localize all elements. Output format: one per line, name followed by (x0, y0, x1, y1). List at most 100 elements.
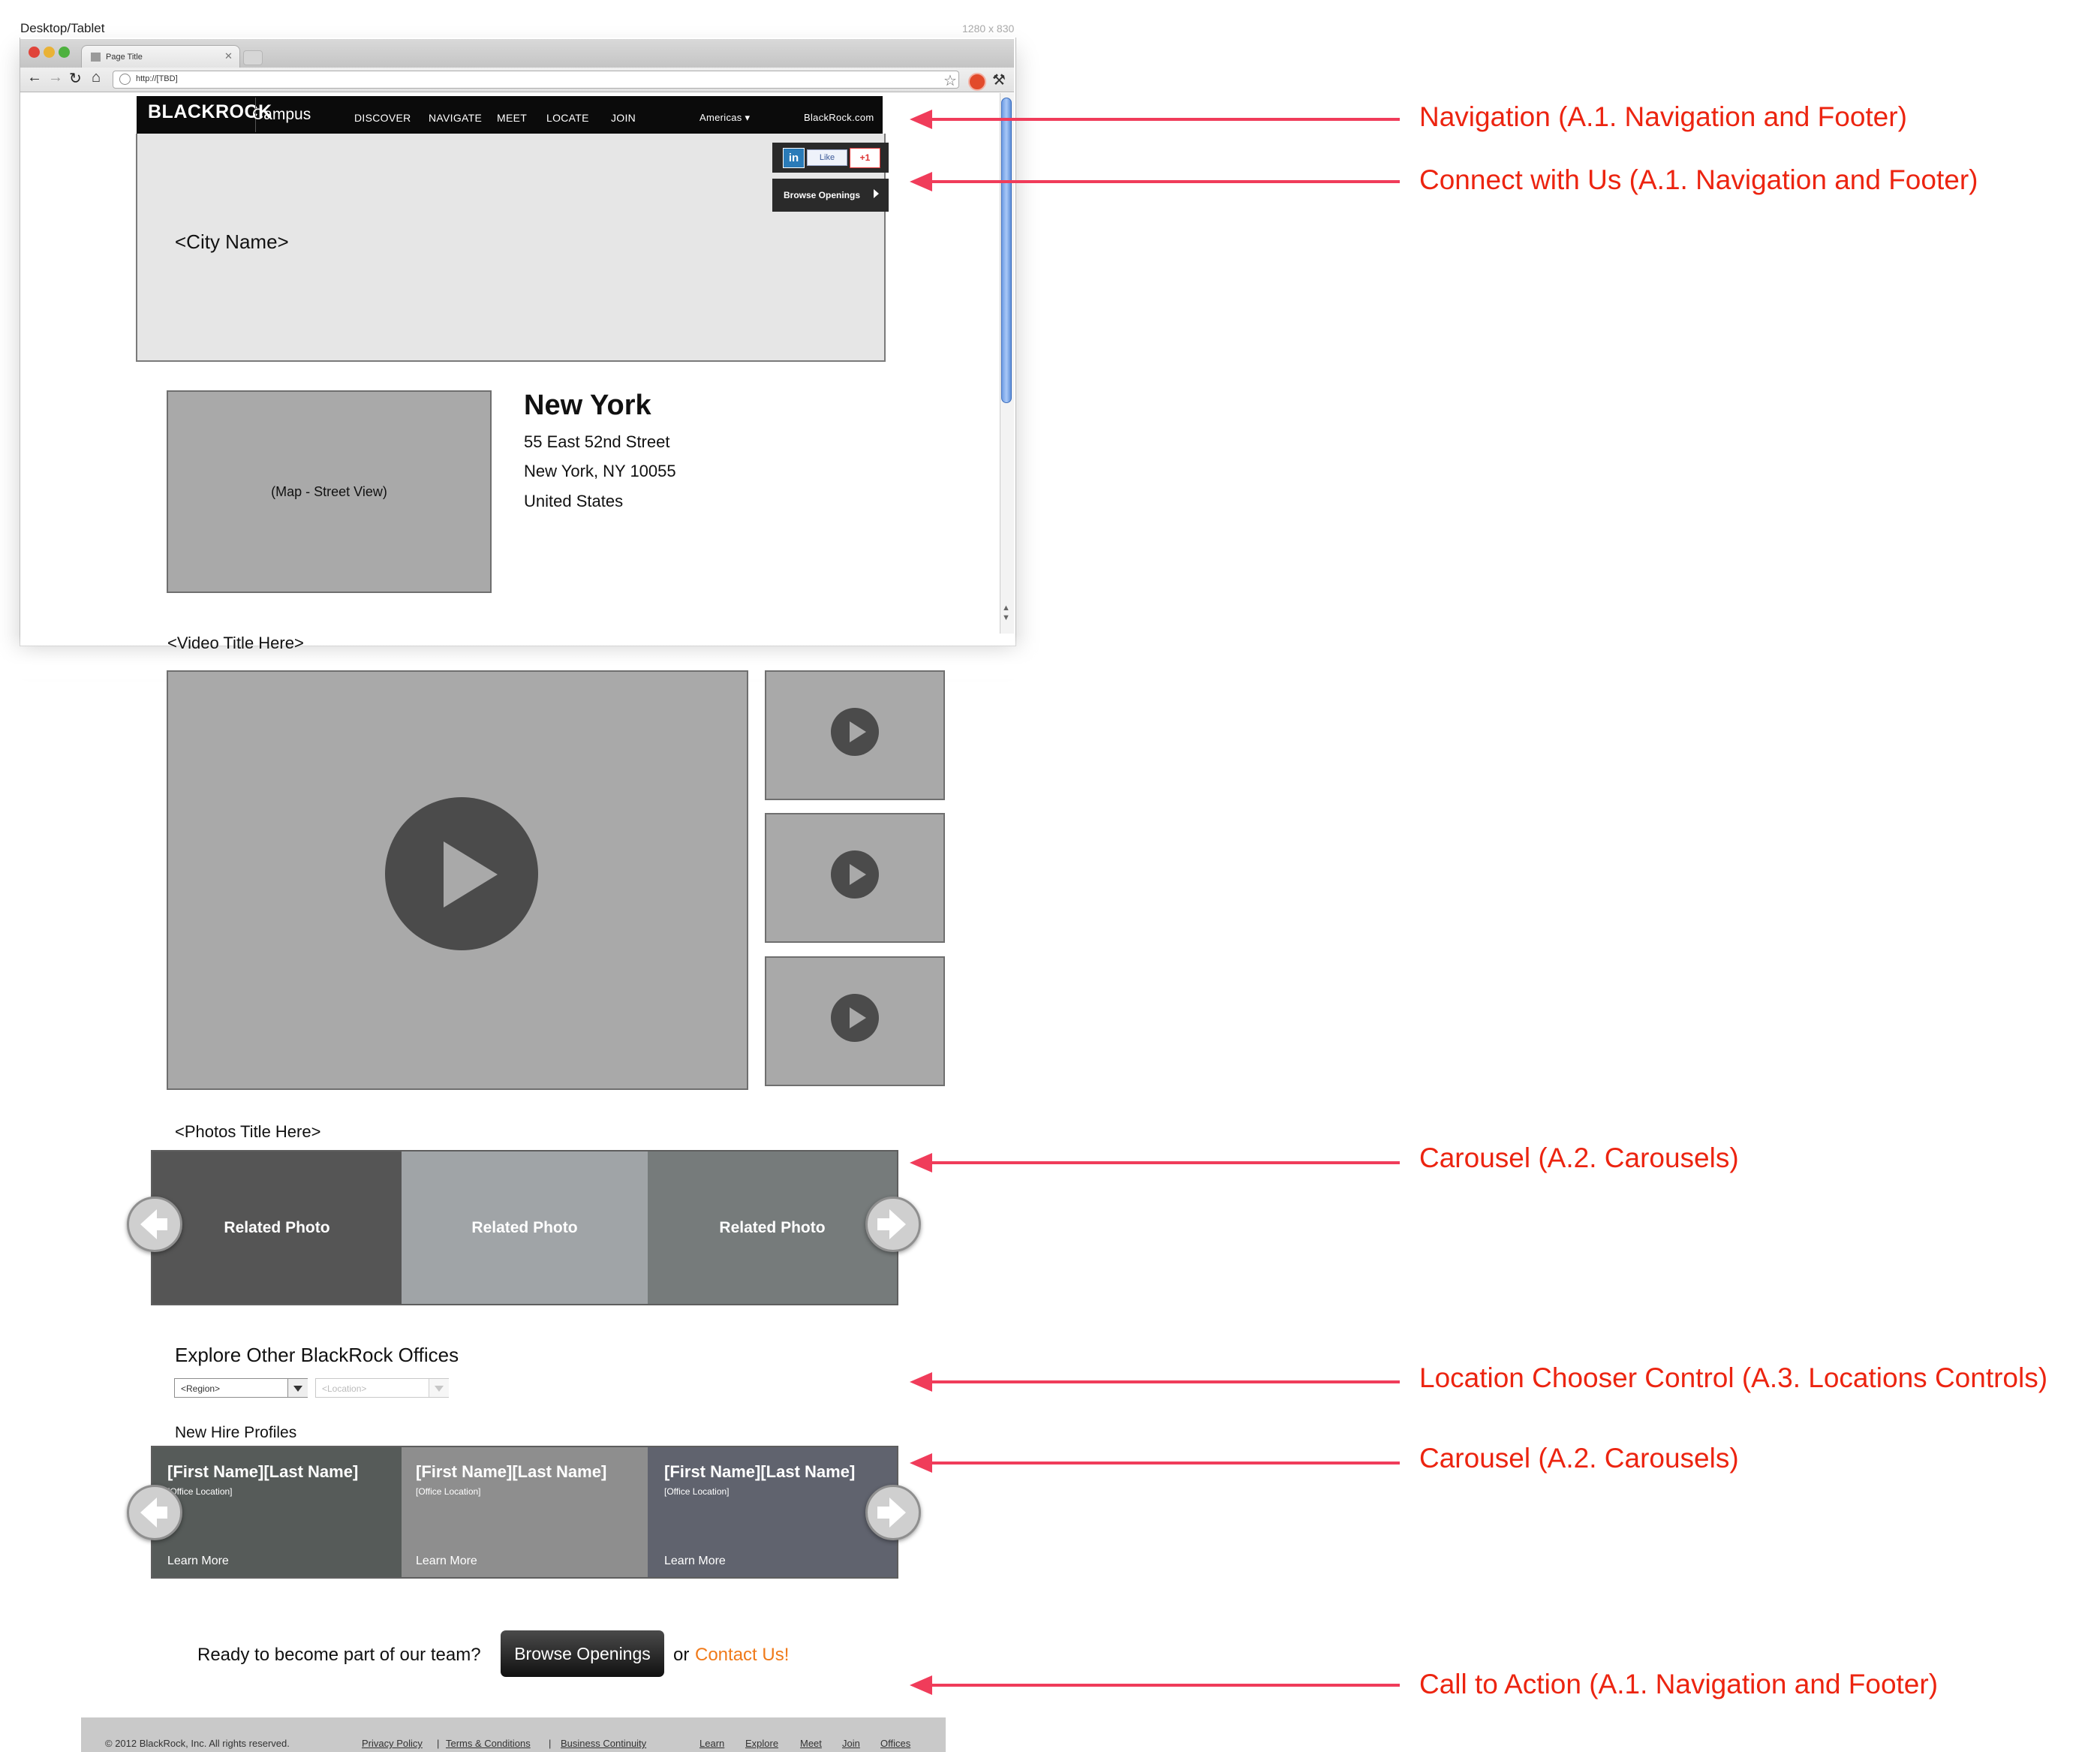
scroll-arrows-icon[interactable]: ▲ ▼ (1002, 604, 1010, 623)
profile-name: [First Name][Last Name] (416, 1462, 607, 1481)
region-select[interactable]: <Region> (174, 1378, 308, 1398)
forward-icon[interactable]: → (48, 69, 63, 86)
nav-meet[interactable]: MEET (497, 112, 527, 124)
dropdown-button[interactable] (287, 1379, 308, 1397)
related-photo[interactable]: Related Photo (402, 1151, 648, 1304)
close-tab-icon[interactable]: ✕ (224, 50, 233, 62)
tab-title: Page Title (106, 53, 143, 62)
footer-explore-link[interactable]: Explore (745, 1738, 778, 1749)
related-photo-label: Related Photo (719, 1218, 826, 1236)
nav-navigate[interactable]: NAVIGATE (429, 112, 482, 124)
footer-separator: | (437, 1738, 440, 1749)
learn-more-link[interactable]: Learn More (664, 1555, 726, 1568)
address-bar[interactable]: http://[TBD] (113, 71, 959, 89)
arrow-left-icon (140, 1209, 157, 1239)
learn-more-link[interactable]: Learn More (167, 1555, 229, 1568)
chevron-right-icon (874, 189, 879, 198)
arrow-left-icon (155, 1218, 167, 1230)
dropdown-button[interactable] (429, 1379, 449, 1397)
page-icon (91, 53, 101, 62)
location-select-value: <Location> (322, 1383, 367, 1394)
linkedin-icon[interactable]: in (783, 148, 805, 168)
related-photo-label: Related Photo (471, 1218, 578, 1236)
new-tab-button[interactable] (243, 50, 263, 65)
globe-icon (119, 74, 131, 85)
address-line: 55 East 52nd Street (524, 432, 670, 451)
map-label: (Map - Street View) (271, 484, 387, 499)
extension-icon[interactable] (968, 73, 986, 91)
annotation-label: Call to Action (A.1. Navigation and Foot… (1419, 1669, 1939, 1699)
region-dropdown[interactable]: Americas ▾ (699, 112, 750, 124)
reload-icon[interactable]: ↻ (69, 69, 82, 88)
arrow-right-icon (889, 1209, 906, 1239)
arrow-right-icon (889, 1498, 906, 1528)
browser-tab[interactable]: Page Title ✕ (81, 45, 240, 68)
footer-learn-link[interactable]: Learn (699, 1738, 724, 1749)
address-line: United States (524, 492, 624, 510)
related-photo[interactable]: Related Photo (152, 1151, 402, 1304)
zoom-window-button[interactable] (59, 47, 70, 58)
office-city: New York (524, 390, 651, 421)
arrow-left-icon (140, 1498, 157, 1528)
annotation-label: Carousel (A.2. Carousels) (1419, 1142, 1739, 1173)
wrench-menu-icon[interactable]: ⚒ (992, 71, 1006, 89)
blackrock-com-link[interactable]: BlackRock.com (804, 112, 874, 123)
related-photo[interactable]: Related Photo (648, 1151, 897, 1304)
browse-openings-button[interactable]: Browse Openings (772, 179, 889, 212)
annotation-line (925, 118, 1400, 121)
location-select[interactable]: <Location> (315, 1378, 449, 1398)
play-triangle (850, 864, 866, 885)
footer-join-link[interactable]: Join (842, 1738, 860, 1749)
footer-offices-link[interactable]: Offices (880, 1738, 910, 1749)
cta-browse-openings-button[interactable]: Browse Openings (501, 1630, 664, 1677)
size-caption: 1280 x 830 (962, 23, 1015, 35)
profile-name: [First Name][Last Name] (167, 1462, 359, 1481)
footer-meet-link[interactable]: Meet (800, 1738, 822, 1749)
new-hire-profiles-title: New Hire Profiles (175, 1424, 297, 1441)
google-plus-button[interactable]: +1 (850, 148, 880, 168)
arrow-right-icon (877, 1218, 889, 1230)
chevron-down-icon (435, 1386, 444, 1392)
annotation-label: Location Chooser Control (A.3. Locations… (1419, 1362, 2048, 1393)
profile-card[interactable]: [First Name][Last Name] [Office Location… (402, 1447, 648, 1577)
nav-join[interactable]: JOIN (611, 112, 636, 124)
home-icon[interactable]: ⌂ (92, 69, 101, 86)
scrollbar-thumb[interactable] (1001, 98, 1012, 403)
play-triangle (850, 721, 866, 742)
campus-label[interactable]: Campus (252, 106, 311, 124)
learn-more-link[interactable]: Learn More (416, 1555, 477, 1568)
profile-card[interactable]: [First Name][Last Name] [Office Location… (152, 1447, 402, 1577)
address-line: New York, NY 10055 (524, 462, 676, 480)
annotation-label: Connect with Us (A.1. Navigation and Foo… (1419, 164, 1978, 195)
arrow-right-icon (877, 1507, 889, 1519)
explore-offices-title: Explore Other BlackRock Offices (175, 1344, 459, 1366)
profile-location: [Office Location] (664, 1486, 730, 1497)
play-triangle (444, 841, 498, 908)
minimize-window-button[interactable] (44, 47, 55, 58)
region-select-value: <Region> (181, 1383, 221, 1394)
arrow-left-icon (155, 1507, 167, 1519)
video-title: <Video Title Here> (167, 634, 304, 652)
annotation-label: Carousel (A.2. Carousels) (1419, 1443, 1739, 1474)
device-caption: Desktop/Tablet (20, 21, 105, 35)
related-photo-label: Related Photo (224, 1218, 330, 1236)
play-triangle (850, 1007, 866, 1028)
footer-separator: | (549, 1738, 552, 1749)
annotation-label: Navigation (A.1. Navigation and Footer) (1419, 101, 1907, 132)
hero-city-name: <City Name> (175, 230, 289, 253)
footer-copyright: © 2012 BlackRock, Inc. All rights reserv… (105, 1738, 290, 1749)
contact-us-link[interactable]: Contact Us! (695, 1645, 789, 1666)
bookmark-star-icon[interactable]: ☆ (943, 71, 957, 90)
close-window-button[interactable] (29, 47, 40, 58)
nav-discover[interactable]: DISCOVER (354, 112, 411, 124)
business-continuity-link[interactable]: Business Continuity (561, 1738, 646, 1749)
nav-locate[interactable]: LOCATE (546, 112, 589, 124)
back-icon[interactable]: ← (27, 69, 42, 86)
terms-link[interactable]: Terms & Conditions (446, 1738, 531, 1749)
facebook-like-button[interactable]: Like (807, 149, 847, 166)
profile-card[interactable]: [First Name][Last Name] [Office Location… (648, 1447, 897, 1577)
url-text: http://[TBD] (136, 74, 178, 83)
annotation-line (925, 1161, 1400, 1164)
privacy-policy-link[interactable]: Privacy Policy (362, 1738, 423, 1749)
annotation-line (925, 1380, 1400, 1383)
